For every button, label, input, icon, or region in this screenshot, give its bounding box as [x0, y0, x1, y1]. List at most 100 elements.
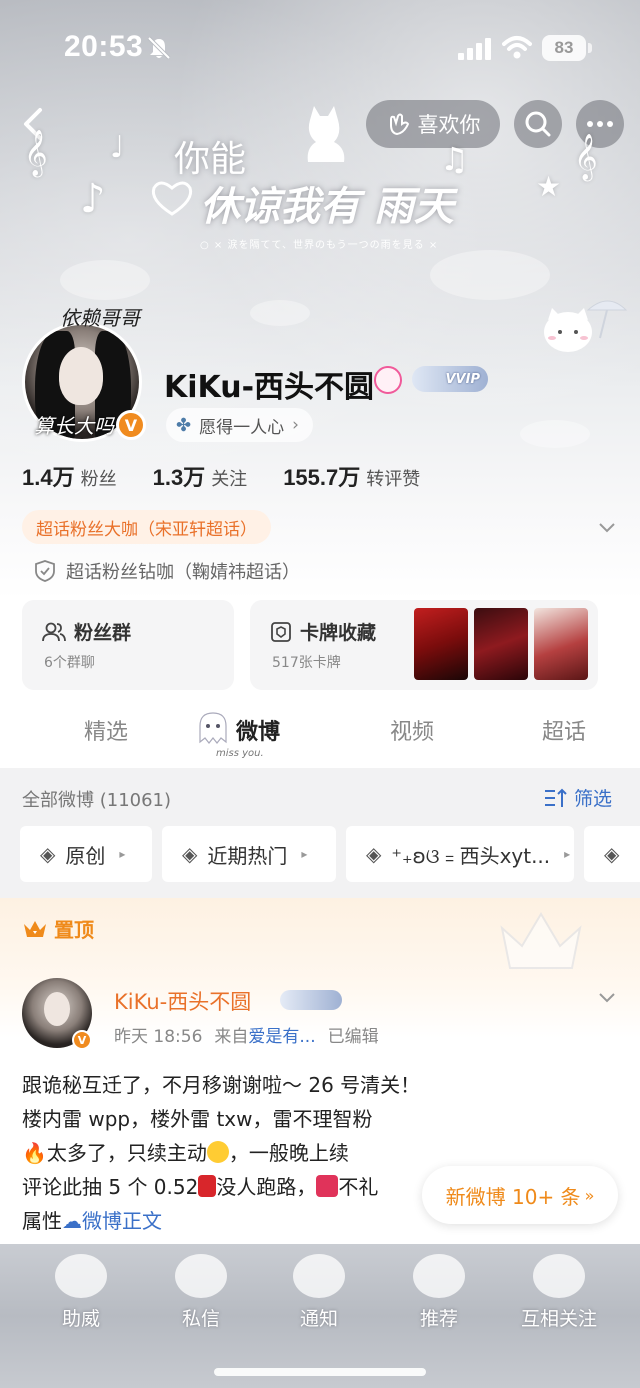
- avatar-face: [44, 992, 70, 1026]
- fire-emoji-icon: 🔥: [22, 1141, 47, 1165]
- filter-icon: [545, 788, 567, 807]
- avatar-face: [59, 347, 103, 405]
- post-edited: 已编辑: [327, 1027, 379, 1047]
- nav-notifications[interactable]: 通知: [264, 1254, 374, 1331]
- tab-featured[interactable]: 精选: [84, 714, 128, 746]
- super-topic-badge[interactable]: 超话粉丝大咖（宋亚轩超话）: [22, 510, 271, 544]
- battery-level: 83: [542, 35, 586, 61]
- music-note-icon: ♪: [80, 176, 106, 222]
- nav-cheer[interactable]: 助威: [26, 1254, 136, 1331]
- wifi-icon: [502, 36, 532, 59]
- layers-icon: ◈: [182, 842, 198, 866]
- banner-title: 你能 休谅我有 雨天: [150, 130, 480, 230]
- banner-subtitle: ○ × 涙を隔てて、世界のもう一つの雨を見る ×: [200, 240, 439, 251]
- red-envelope-icon: [198, 1175, 217, 1197]
- status-time: 20:53: [64, 30, 144, 63]
- bottom-nav: 助威 私信 通知 推荐 互相关注: [0, 1244, 640, 1388]
- status-bar: 20:53 83: [0, 0, 640, 96]
- super-topic-badge-secondary[interactable]: 超话粉丝钻咖（鞠婧祎超话）: [34, 558, 300, 584]
- motto-text: 愿得一人心: [199, 417, 285, 438]
- chip-label: ⁺₊ʚଓ﹦西头xyt...: [391, 843, 551, 868]
- nav-mutual-follow[interactable]: 互相关注: [504, 1254, 614, 1331]
- tab-decoration-text: miss you.: [216, 748, 264, 759]
- all-posts-count: 全部微博 (11061): [22, 790, 172, 811]
- card-thumbnail: [534, 608, 588, 680]
- chip-label: 近期热门: [207, 843, 288, 868]
- caret-right-icon: ▸: [119, 847, 126, 861]
- chevron-down-icon[interactable]: [596, 516, 618, 538]
- chevron-down-icon[interactable]: [596, 986, 618, 1008]
- card-collection-card[interactable]: 卡牌收藏 517张卡牌: [250, 600, 598, 690]
- nav-label: 互相关注: [520, 1308, 597, 1330]
- new-posts-button[interactable]: 新微博 10+ 条 »: [422, 1166, 618, 1224]
- post-line: 楼内雷 wpp，楼外雷 txw，雷不理智粉: [22, 1107, 373, 1131]
- stat-value: 1.4万: [22, 465, 75, 490]
- stat-fans[interactable]: 1.4万 粉丝: [22, 460, 117, 492]
- chip-more[interactable]: ◈: [584, 826, 640, 882]
- post-source-group[interactable]: 来自爱是有...: [214, 1022, 315, 1047]
- crown-icon: [24, 920, 46, 937]
- cloud-link-icon: ☁: [62, 1209, 82, 1233]
- forbidden-sign-icon: [316, 1175, 339, 1197]
- fans-group-label: 粉丝群: [74, 622, 132, 644]
- bear-mascot-icon: [533, 1254, 585, 1298]
- badge-secondary-label: 超话粉丝钻咖（鞠婧祎超话）: [66, 562, 300, 583]
- search-icon: [525, 111, 551, 137]
- cloud-mascot-icon: [55, 1254, 107, 1298]
- nav-label: 通知: [299, 1308, 338, 1330]
- female-gender-icon: [374, 366, 402, 394]
- layers-icon: ◈: [366, 842, 382, 866]
- chevron-right-icon: ›: [292, 415, 299, 435]
- post-source: 爱是有...: [248, 1027, 316, 1047]
- ghost-icon: [199, 712, 227, 744]
- star-icon: ★: [536, 170, 562, 203]
- chip-original[interactable]: ◈ 原创 ▸: [20, 826, 152, 882]
- card-collection-count: 517张卡牌: [272, 655, 341, 671]
- chip-custom-group[interactable]: ◈ ⁺₊ʚଓ﹦西头xyt... ▸: [346, 826, 574, 882]
- post-text: ，一般晚上续: [228, 1141, 349, 1165]
- caret-right-icon: ▸: [301, 847, 308, 861]
- search-button[interactable]: [514, 100, 562, 148]
- more-dots-icon: [587, 121, 613, 127]
- tab-weibo[interactable]: 微博: [236, 714, 280, 746]
- vip-badge: [280, 990, 342, 1010]
- nav-label: 推荐: [419, 1308, 458, 1330]
- vvip-badge[interactable]: VVIP: [412, 366, 488, 392]
- chip-recent-hot[interactable]: ◈ 近期热门 ▸: [162, 826, 336, 882]
- post-text: 没人跑路，: [216, 1175, 317, 1199]
- post-author-name[interactable]: KiKu-西头不圆: [114, 986, 251, 1016]
- stat-label: 关注: [211, 469, 248, 490]
- nav-messages[interactable]: 私信: [146, 1254, 256, 1331]
- nav-label: 私信: [181, 1308, 220, 1330]
- post-text: 不礼: [338, 1175, 379, 1199]
- mushroom-mascot-icon: [413, 1254, 465, 1298]
- card-thumbnail: [414, 608, 468, 680]
- post-full-text-link[interactable]: 微博正文: [82, 1209, 162, 1233]
- nav-recommend[interactable]: 推荐: [384, 1254, 494, 1331]
- bell-slash-icon: [147, 36, 171, 60]
- chip-label: 原创: [65, 843, 106, 868]
- new-posts-label: 新微博 10+ 条: [445, 1184, 581, 1209]
- stat-value: 155.7万: [283, 465, 361, 490]
- filter-label: 筛选: [574, 788, 613, 810]
- cellular-signal-icon: [458, 38, 491, 60]
- clover-icon: ✤: [176, 414, 192, 436]
- music-note-icon: ♩: [110, 130, 125, 165]
- stat-following[interactable]: 1.3万 关注: [153, 460, 248, 492]
- home-indicator[interactable]: [214, 1368, 426, 1376]
- card-collection-label: 卡牌收藏: [300, 622, 377, 644]
- tab-super-topic[interactable]: 超话: [542, 714, 586, 746]
- kitty-umbrella-icon: [544, 300, 628, 352]
- post-meta: 昨天 18:56 来自爱是有... 已编辑: [114, 1022, 379, 1047]
- profile-tabs: 精选 微博 视频 超话: [0, 700, 640, 766]
- fans-group-count: 6个群聊: [44, 655, 95, 671]
- tab-video[interactable]: 视频: [390, 714, 434, 746]
- stat-interactions[interactable]: 155.7万 转评赞: [283, 460, 420, 492]
- filter-button[interactable]: 筛选: [544, 784, 612, 811]
- banner-title-line2: 休谅我有 雨天: [200, 183, 454, 230]
- double-chevron-down-icon: »: [584, 1185, 595, 1205]
- post-text: 属性: [22, 1209, 62, 1233]
- fans-group-card[interactable]: 粉丝群 6个群聊: [22, 600, 234, 690]
- card-thumbnail: [474, 608, 528, 680]
- profile-motto[interactable]: ✤ 愿得一人心 ›: [166, 408, 313, 442]
